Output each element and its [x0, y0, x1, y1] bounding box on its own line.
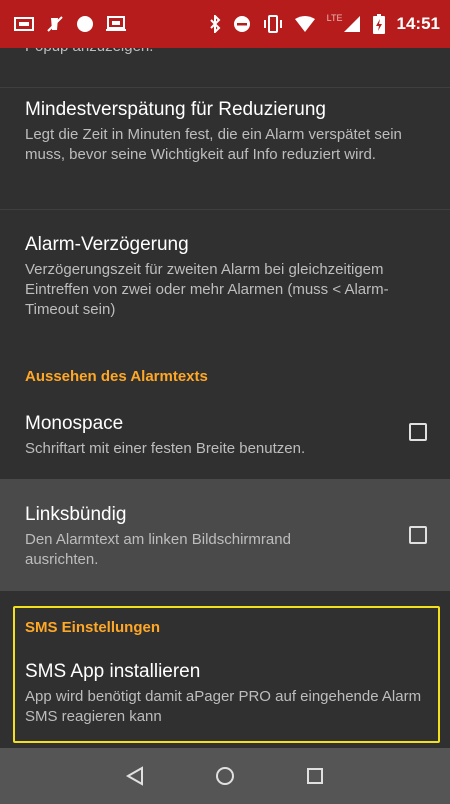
left-align-checkbox[interactable] [409, 526, 427, 544]
recents-icon [307, 768, 323, 784]
battery-icon [372, 14, 385, 34]
pref-alarm-delay[interactable]: Alarm-Verzögerung Verzögerungszeit für z… [0, 233, 450, 323]
home-button[interactable] [197, 748, 253, 804]
pref-title: Linksbündig [25, 504, 127, 525]
clock: 14:51 [396, 14, 440, 33]
mute-icon [46, 15, 64, 33]
recents-button[interactable] [287, 748, 343, 804]
wifi-icon [294, 16, 315, 32]
divider [0, 87, 450, 88]
pref-summary: Schriftart mit einer festen Breite benut… [25, 440, 306, 457]
signal-icon: LTE [326, 13, 361, 33]
do-not-disturb-icon [233, 15, 251, 33]
pref-title: Monospace [25, 413, 124, 434]
pref-summary: Legt die Zeit in Minuten fest, die ein A… [25, 126, 402, 163]
back-icon [126, 766, 143, 786]
pref-monospace[interactable]: Monospace Schriftart mit einer festen Br… [0, 412, 450, 472]
cast-icon [14, 17, 34, 31]
screen-icon [106, 16, 126, 32]
status-bar-left [14, 15, 126, 33]
pref-title: Alarm-Verzögerung [25, 234, 189, 255]
pref-title: Mindestverspätung für Reduzierung [25, 99, 327, 120]
record-icon [76, 15, 94, 33]
divider [0, 209, 450, 210]
pref-min-delay[interactable]: Mindestverspätung für Reduzierung Legt d… [0, 98, 450, 208]
status-bar: LTE 14:51 [0, 0, 450, 48]
status-bar-right: LTE 14:51 [209, 13, 440, 34]
monospace-checkbox[interactable] [409, 423, 427, 441]
bluetooth-icon [209, 15, 221, 33]
vibrate-icon [263, 15, 283, 33]
section-header-appearance: Aussehen des Alarmtexts [25, 368, 208, 385]
highlight-box [13, 606, 440, 743]
back-button[interactable] [107, 748, 163, 804]
pref-summary: Den Alarmtext am linken Bildschirmrand a… [25, 531, 291, 568]
navigation-bar [0, 748, 450, 804]
pref-summary: Verzögerungszeit für zweiten Alarm bei g… [25, 261, 389, 318]
pref-left-align[interactable]: Linksbündig Den Alarmtext am linken Bild… [0, 479, 450, 591]
home-icon [216, 767, 234, 785]
cut-off-summary: Popup anzuzeigen. [25, 48, 153, 57]
network-type: LTE [326, 13, 343, 23]
